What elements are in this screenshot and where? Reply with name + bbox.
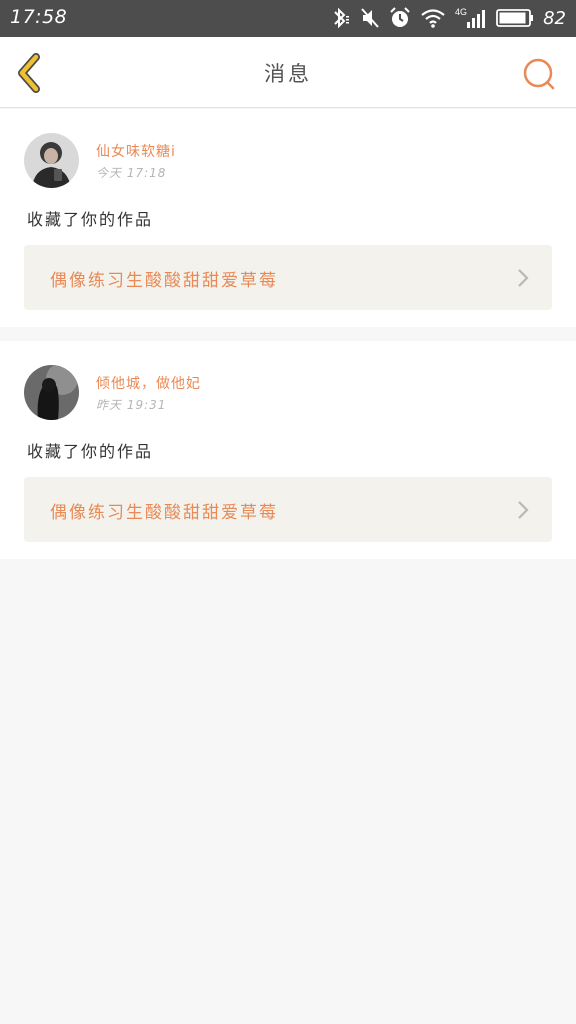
sender-name[interactable]: 倾他城，做他妃 <box>96 373 201 393</box>
message-time: 昨天 19:31 <box>96 398 167 412</box>
status-icons: 4G 82 <box>329 5 566 31</box>
avatar[interactable] <box>24 365 79 420</box>
work-link[interactable]: 偶像练习生酸酸甜甜爱草莓 <box>24 477 552 542</box>
chevron-right-icon <box>518 501 529 519</box>
sender-name[interactable]: 仙女味软糖i <box>96 141 176 161</box>
work-link[interactable]: 偶像练习生酸酸甜甜爱草莓 <box>24 245 552 310</box>
bluetooth-icon <box>334 7 350 29</box>
mute-icon <box>361 8 379 28</box>
battery-level: 82 <box>543 7 566 29</box>
status-bar: 17:58 4G 82 <box>0 0 576 37</box>
battery-icon <box>496 9 534 27</box>
chevron-right-icon <box>518 269 529 287</box>
message-action: 收藏了你的作品 <box>27 442 154 461</box>
status-time: 17:58 <box>10 6 68 28</box>
message-card: 仙女味软糖i 今天 17:18 收藏了你的作品 偶像练习生酸酸甜甜爱草莓 <box>0 109 576 327</box>
message-action: 收藏了你的作品 <box>27 210 154 229</box>
signal-icon: 4G <box>455 7 486 28</box>
alarm-icon <box>390 7 410 27</box>
nav-bar: 消息 <box>0 37 576 108</box>
avatar[interactable] <box>24 133 79 188</box>
work-title: 偶像练习生酸酸甜甜爱草莓 <box>50 503 278 523</box>
message-card: 倾他城，做他妃 昨天 19:31 收藏了你的作品 偶像练习生酸酸甜甜爱草莓 <box>0 341 576 559</box>
page-title: 消息 <box>264 62 312 86</box>
work-title: 偶像练习生酸酸甜甜爱草莓 <box>50 271 278 291</box>
wifi-icon <box>421 9 445 28</box>
search-icon[interactable] <box>522 57 556 91</box>
message-time: 今天 17:18 <box>96 166 167 180</box>
network-type-label: 4G <box>455 7 467 17</box>
